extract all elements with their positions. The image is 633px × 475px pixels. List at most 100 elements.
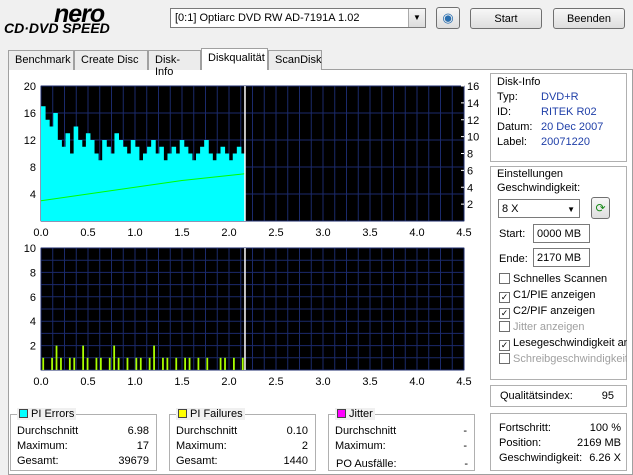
progress-box: Fortschritt: 100 % Position: 2169 MB Geschwi… bbox=[490, 413, 627, 471]
pi-failures-bar bbox=[241, 357, 244, 370]
pi-failures-group: PI Failures Durchschnitt 0.10 Maximum: 2 Gesa… bbox=[169, 408, 316, 471]
start-button[interactable]: Start bbox=[470, 8, 542, 29]
y2-tick-label: 16 bbox=[467, 81, 479, 93]
pi-failures-bar bbox=[51, 357, 53, 370]
y-tick-label: 8 bbox=[30, 267, 36, 279]
pi-failures-bar bbox=[113, 345, 116, 370]
stat-key: Gesamt: bbox=[17, 455, 59, 467]
x-tick-label: 0.5 bbox=[80, 376, 95, 388]
stat-row: Gesamt: 1440 bbox=[176, 455, 308, 467]
stat-title-text: PI Failures bbox=[190, 408, 243, 420]
option-checkbox[interactable]: ✓ Lesegeschwindigkeit an bbox=[499, 337, 627, 351]
option-checkbox[interactable]: Schnelles Scannen bbox=[499, 273, 627, 285]
settings-group: Einstellungen Geschwindigkeit: 8 X ▼ ⟳ St… bbox=[490, 166, 627, 380]
disk-info-key: ID: bbox=[497, 106, 512, 118]
progress-key: Position: bbox=[499, 437, 542, 449]
x-tick-label: 2.5 bbox=[268, 376, 283, 388]
pi-failures-bar bbox=[184, 357, 187, 370]
y-tick-label: 20 bbox=[24, 81, 36, 93]
progress-row: Geschwindigkeit: 6.26 X bbox=[499, 452, 621, 464]
x-tick-label: 3.5 bbox=[362, 227, 377, 239]
stat-value: - bbox=[463, 425, 467, 437]
stat-row: Durchschnitt - bbox=[335, 425, 467, 437]
pi-failures-bar bbox=[148, 357, 151, 370]
tab-benchmark[interactable]: Benchmark bbox=[8, 50, 74, 70]
stat-group-title: PI Errors bbox=[17, 408, 77, 420]
option-label: C1/PIE anzeigen bbox=[513, 289, 596, 301]
speed-select[interactable]: 8 X ▼ bbox=[498, 199, 580, 218]
pi-failures-bar bbox=[206, 357, 209, 370]
x-tick-label: 2.0 bbox=[221, 376, 236, 388]
disk-info-row: Datum: 20 Dec 2007 bbox=[497, 121, 622, 133]
tab-diskqualitaet[interactable]: Diskqualität bbox=[201, 48, 268, 70]
disc-icon: ◉ bbox=[442, 10, 454, 25]
option-label: C2/PIF anzeigen bbox=[513, 305, 595, 317]
stat-value: - bbox=[463, 440, 467, 452]
end-input[interactable]: 2170 MB bbox=[533, 248, 590, 267]
charts-area: 20 16 12 8 4 16 14 12 10 8 6 4 2 0.0 0.5 1.0 1.5 2.0 2.5 3.… bbox=[24, 81, 480, 388]
y-tick-label: 12 bbox=[24, 135, 36, 147]
quality-index-box: Qualitätsindex: 95 bbox=[490, 385, 627, 407]
x-tick-label: 3.0 bbox=[315, 376, 330, 388]
pi-errors-chart: 20 16 12 8 4 16 14 12 10 8 6 4 2 0.0 0.5 1.0 1.5 2.0 2.5 3.… bbox=[24, 81, 480, 239]
option-checkbox[interactable]: ✓ C2/PIF anzeigen bbox=[499, 305, 627, 319]
disk-info-key: Typ: bbox=[497, 91, 518, 103]
disk-info-key: Label: bbox=[497, 136, 527, 148]
pi-failures-bar bbox=[135, 357, 138, 370]
x-tick-label: 1.5 bbox=[174, 227, 189, 239]
color-swatch-icon bbox=[337, 409, 346, 418]
drive-select[interactable]: [0:1] Optiarc DVD RW AD-7191A 1.02 ▼ bbox=[170, 8, 426, 28]
pi-failures-bar bbox=[162, 357, 164, 370]
pi-failures-bar bbox=[224, 357, 226, 370]
y-tick-label: 6 bbox=[30, 292, 36, 304]
progress-row: Fortschritt: 100 % bbox=[499, 422, 621, 434]
checkbox-icon[interactable]: ✓ bbox=[499, 292, 510, 303]
stat-row: Maximum: 2 bbox=[176, 440, 308, 452]
option-checkbox[interactable]: ✓ C1/PIE anzeigen bbox=[499, 289, 627, 303]
pi-failures-bar bbox=[95, 357, 98, 370]
stat-key: Durchschnitt bbox=[335, 425, 397, 437]
disk-info-row: Label: 20071220 bbox=[497, 136, 622, 148]
stat-row: Gesamt: 39679 bbox=[17, 455, 149, 467]
y-tick-label: 4 bbox=[30, 316, 36, 328]
x-tick-label: 4.5 bbox=[456, 227, 471, 239]
tab-create-disc[interactable]: Create Disc bbox=[74, 50, 148, 70]
start-input[interactable]: 0000 MB bbox=[533, 224, 590, 243]
speed-select-value: 8 X bbox=[502, 203, 519, 215]
option-label: Jitter anzeigen bbox=[513, 321, 585, 333]
stat-value: 39679 bbox=[118, 455, 149, 467]
progress-value: 100 % bbox=[589, 422, 621, 434]
checkbox-icon[interactable] bbox=[499, 321, 510, 332]
option-label: Lesegeschwindigkeit an bbox=[513, 337, 627, 349]
end-button[interactable]: Beenden bbox=[553, 8, 625, 29]
checkbox-icon[interactable]: ✓ bbox=[499, 308, 510, 319]
disk-info-value: DVD+R bbox=[541, 91, 579, 103]
pi-failures-bar bbox=[68, 357, 71, 370]
eject-button[interactable]: ◉ bbox=[436, 7, 460, 29]
y2-tick-label: 6 bbox=[467, 165, 473, 177]
po-failures-value: - bbox=[464, 458, 468, 470]
checkbox-icon[interactable]: ✓ bbox=[499, 340, 510, 351]
pi-failures-bar bbox=[86, 357, 89, 370]
pi-failures-chart: 10 8 6 4 2 0.0 0.5 1.0 1.5 2.0 2.5 3.0 3.5 4.0 4.5 bbox=[24, 243, 472, 388]
checkbox-icon[interactable] bbox=[499, 353, 510, 364]
pi-failures-bar bbox=[82, 345, 85, 370]
stat-key: Durchschnitt bbox=[176, 425, 238, 437]
pi-failures-bar bbox=[153, 345, 155, 370]
tab-disk-info[interactable]: Disk-Info bbox=[148, 50, 201, 78]
option-checkbox[interactable]: Schreibgeschwindigkeit bbox=[499, 353, 627, 365]
refresh-icon[interactable]: ⟳ bbox=[591, 197, 610, 219]
pi-failures-bar bbox=[108, 357, 111, 370]
option-label: Schnelles Scannen bbox=[513, 273, 608, 285]
tab-scandisk[interactable]: ScanDisk bbox=[268, 50, 322, 70]
chevron-down-icon[interactable]: ▼ bbox=[408, 9, 425, 27]
x-tick-label: 3.5 bbox=[362, 376, 377, 388]
checkbox-icon[interactable] bbox=[499, 273, 510, 284]
y2-tick-label: 10 bbox=[467, 132, 479, 144]
pi-failures-bar bbox=[175, 357, 178, 370]
stat-value: 17 bbox=[136, 440, 149, 452]
disk-info-group: Disk-Info Typ: DVD+R ID: RITEK R02 Datum: 20 … bbox=[490, 73, 627, 162]
option-checkbox[interactable]: Jitter anzeigen bbox=[499, 321, 627, 333]
x-tick-label: 3.0 bbox=[315, 227, 330, 239]
stat-row: Durchschnitt 0.10 bbox=[176, 425, 308, 437]
